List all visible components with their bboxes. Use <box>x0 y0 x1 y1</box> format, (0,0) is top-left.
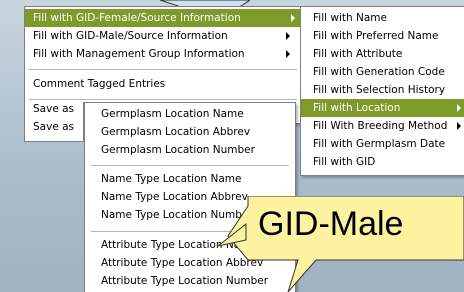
submenu-item-fill-attribute[interactable]: Fill with Attribute <box>301 45 464 63</box>
submenu-arrow-icon <box>286 50 290 58</box>
menu-item-label: Fill with Location <box>313 102 401 114</box>
submenu-arrow-icon <box>286 32 290 40</box>
menu-item-save-as-1[interactable]: Save as <box>25 100 83 118</box>
submenu-item-germplasm-location-number[interactable]: Germplasm Location Number <box>85 141 295 159</box>
menu-item-label: Fill With Breeding Method <box>313 120 448 132</box>
submenu-item-fill-breeding-method[interactable]: Fill With Breeding Method <box>301 117 464 135</box>
submenu-item-fill-generation-code[interactable]: Fill with Generation Code <box>301 63 464 81</box>
menu-item-label: Germplasm Location Abbrev <box>101 126 251 138</box>
submenu-item-fill-gid[interactable]: Fill with GID <box>301 153 464 171</box>
menu-item-label: Fill with Name <box>313 12 387 24</box>
submenu-item-germplasm-location-abbrev[interactable]: Germplasm Location Abbrev <box>85 123 295 141</box>
submenu-arrow-icon <box>457 104 461 112</box>
submenu-item-fill-germplasm-date[interactable]: Fill with Germplasm Date <box>301 135 464 153</box>
submenu-item-fill-name[interactable]: Fill with Name <box>301 9 464 27</box>
menu-item-comment-tagged[interactable]: Comment Tagged Entries <box>25 75 301 93</box>
menu-item-fill-management-group[interactable]: Fill with Management Group Information <box>25 45 301 63</box>
submenu-item-fill-location[interactable]: Fill with Location <box>301 99 464 117</box>
menu-item-label: Fill with Management Group Information <box>33 48 245 60</box>
menu-item-fill-gid-male[interactable]: Fill with GID-Male/Source Information <box>25 27 301 45</box>
callout-text: GID-Male <box>258 205 404 243</box>
menu-item-label: Fill with GID-Male/Source Information <box>33 30 228 42</box>
submenu-item-germplasm-location-name[interactable]: Germplasm Location Name <box>85 105 295 123</box>
context-menu-lower: Save as Save as <box>24 102 84 142</box>
menu-item-label: Fill with GID <box>313 156 376 168</box>
menu-item-label: Germplasm Location Name <box>101 108 244 120</box>
menu-item-label: Save as <box>33 103 75 115</box>
menu-item-label: Fill with Preferred Name <box>313 30 439 42</box>
submenu-item-fill-selection-history[interactable]: Fill with Selection History <box>301 81 464 99</box>
menu-item-label: Fill with Generation Code <box>313 66 445 78</box>
menu-item-fill-gid-female[interactable]: Fill with GID-Female/Source Information <box>25 9 301 27</box>
menu-item-label: Save as <box>33 121 75 133</box>
submenu-item-name-type-location-name[interactable]: Name Type Location Name <box>85 170 295 188</box>
menu-item-label: Comment Tagged Entries <box>33 78 166 90</box>
menu-item-label: Fill with Germplasm Date <box>313 138 446 150</box>
menu-item-label: Name Type Location Name <box>101 173 242 185</box>
submenu-arrow-icon <box>291 14 295 22</box>
menu-item-save-as-2[interactable]: Save as <box>25 118 83 136</box>
menu-item-label: Germplasm Location Number <box>101 144 255 156</box>
menu-separator <box>91 165 289 166</box>
submenu-arrow-icon <box>457 122 461 130</box>
submenu-item-fill-preferred-name[interactable]: Fill with Preferred Name <box>301 27 464 45</box>
menu-item-label: Fill with GID-Female/Source Information <box>33 12 241 24</box>
fill-submenu: Fill with Name Fill with Preferred Name … <box>300 6 464 176</box>
menu-separator <box>29 69 297 70</box>
menu-item-label: Fill with Selection History <box>313 84 446 96</box>
menu-item-label: Fill with Attribute <box>313 48 403 60</box>
